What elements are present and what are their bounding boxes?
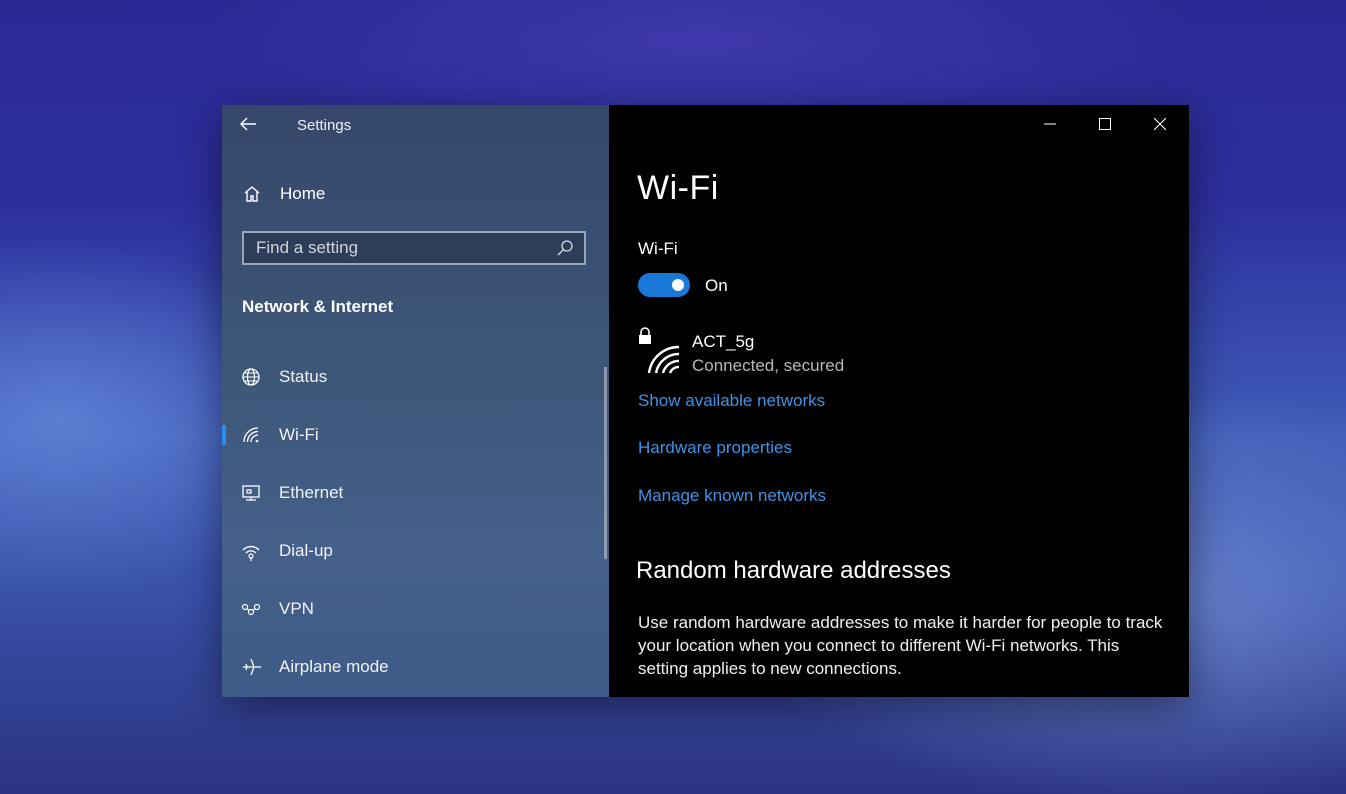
random-hw-heading: Random hardware addresses [636,557,951,584]
search-icon[interactable] [554,237,576,259]
section-title: Network & Internet [242,297,394,316]
back-arrow-icon [240,117,256,131]
wifi-icon [243,427,259,443]
close-icon [1154,118,1166,130]
sidebar-item-label: Status [279,367,328,386]
sidebar-item-wifi[interactable]: Wi-Fi [222,413,602,457]
maximize-icon [1099,118,1111,130]
airplane-icon [243,658,261,676]
sidebar-item-label: Wi-Fi [279,425,319,444]
hardware-properties-link[interactable]: Hardware properties [638,438,792,458]
home-nav-item[interactable]: Home [242,181,325,207]
minimize-icon [1044,123,1056,125]
wifi-signal-icon [647,345,680,374]
sidebar-item-label: VPN [279,599,314,618]
home-label: Home [280,184,326,203]
show-available-networks-link[interactable]: Show available networks [638,391,825,411]
content-pane: Wi-Fi Wi-Fi On ACT_5g Connected, secured… [609,105,1189,697]
search-input[interactable] [244,237,554,259]
settings-window: Settings Home Network & Internet Status [222,105,1189,697]
sidebar-item-airplane[interactable]: Airplane mode [222,645,602,689]
sidebar-item-vpn[interactable]: VPN [222,587,602,631]
sidebar-scrollbar[interactable] [604,367,607,559]
wifi-toggle[interactable] [638,273,690,297]
maximize-button[interactable] [1078,105,1132,143]
vpn-icon [241,603,261,616]
network-name: ACT_5g [692,332,755,351]
sidebar-item-label: Dial-up [279,541,333,560]
random-hw-description: Use random hardware addresses to make it… [638,613,1163,678]
network-status: Connected, secured [692,356,845,375]
app-title: Settings [297,117,352,134]
manage-known-networks-link[interactable]: Manage known networks [638,486,826,506]
sidebar-item-status[interactable]: Status [222,355,602,399]
home-icon [244,186,260,202]
minimize-button[interactable] [1023,105,1077,143]
sidebar-item-ethernet[interactable]: Ethernet [222,471,602,515]
search-box[interactable] [242,231,586,265]
ethernet-icon [242,485,260,501]
sidebar-item-label: Ethernet [279,483,344,502]
toggle-knob [672,279,684,291]
sidebar: Settings Home Network & Internet Status [222,105,609,697]
sidebar-item-dialup[interactable]: Dial-up [222,529,602,573]
back-button[interactable] [238,113,262,137]
active-indicator [222,425,226,445]
page-title: Wi-Fi [637,169,719,207]
sidebar-item-label: Airplane mode [279,657,389,676]
wifi-toggle-label: Wi-Fi [638,239,678,258]
connected-network[interactable]: ACT_5g Connected, secured [637,327,877,377]
toggle-state-text: On [705,276,728,295]
globe-icon [242,368,260,386]
close-button[interactable] [1133,105,1187,143]
dialup-icon [242,545,260,561]
